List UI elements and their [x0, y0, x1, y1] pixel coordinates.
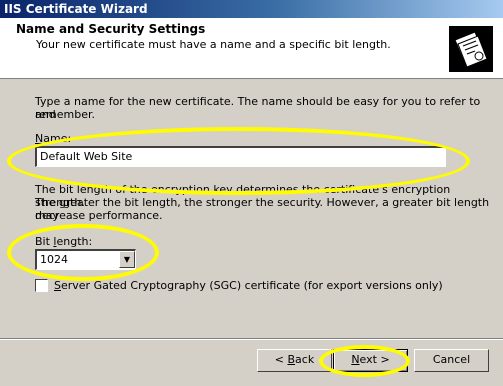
window-title: IIS Certificate Wizard — [4, 2, 148, 16]
page-title: Name and Security Settings — [16, 22, 206, 36]
certificate-icon — [449, 26, 493, 72]
intro-text-line1: Type a name for the new certificate. The… — [35, 95, 481, 121]
certificate-name-value: Default Web Site — [40, 150, 133, 163]
sgc-checkbox[interactable] — [35, 279, 48, 292]
sgc-label[interactable]: Server Gated Cryptography (SGC) certific… — [54, 279, 443, 292]
intro-text-line2: remember. — [35, 108, 96, 121]
next-button[interactable]: Next > — [333, 349, 408, 372]
certificate-name-input[interactable]: Default Web Site — [35, 146, 446, 167]
back-button[interactable]: < Back — [257, 349, 332, 372]
bit-length-label: Bit length: — [35, 235, 93, 248]
page-subtitle: Your new certificate must have a name an… — [36, 38, 391, 51]
bit-length-value: 1024 — [40, 253, 68, 266]
bit-length-select[interactable]: 1024 ▼ — [35, 249, 136, 270]
footer-divider-highlight — [0, 339, 503, 340]
name-label: Name: — [35, 132, 72, 145]
bit-length-info-line3: decrease performance. — [35, 209, 163, 222]
title-bar: IIS Certificate Wizard — [0, 0, 503, 18]
cancel-button[interactable]: Cancel — [414, 349, 489, 372]
wizard-header: Name and Security Settings Your new cert… — [0, 18, 503, 79]
chevron-down-icon[interactable]: ▼ — [119, 251, 135, 268]
